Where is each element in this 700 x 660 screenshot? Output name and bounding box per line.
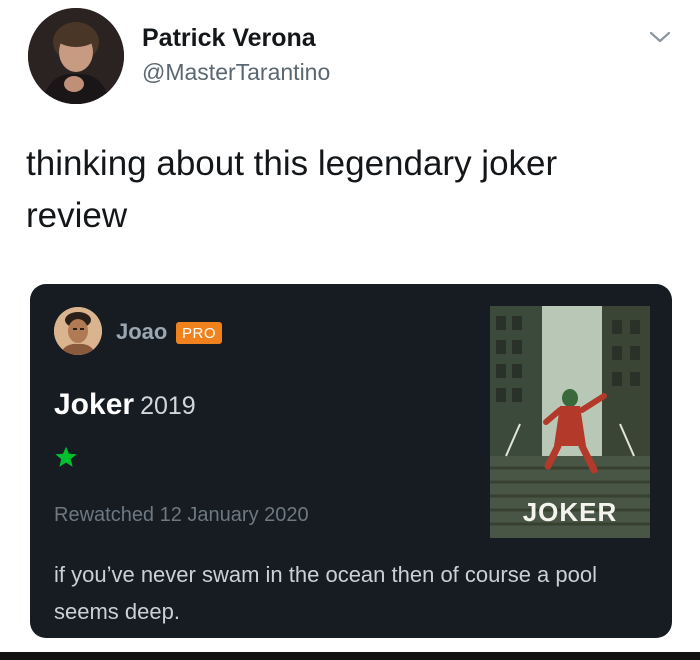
poster-title: JOKER [523,497,618,527]
display-name[interactable]: Patrick Verona [142,24,316,53]
avatar-photo [28,8,124,104]
review-text: if you’ve never swam in the ocean then o… [54,562,597,624]
film-year[interactable]: 2019 [140,392,196,420]
film-title[interactable]: Joker [54,388,134,421]
rewatch-date: Rewatched 12 January 2020 [54,504,309,526]
pro-badge: PRO [176,322,223,344]
chevron-down-icon[interactable] [648,27,672,47]
tweet-text: thinking about this legendary joker revi… [26,144,558,235]
profile-avatar[interactable] [28,8,124,104]
user-handle[interactable]: @MasterTarantino [142,59,330,86]
review-card: Joao PRO Joker 2019 Rewatched 12 January … [30,284,672,638]
reviewer-avatar[interactable] [54,307,102,355]
bottom-edge [0,652,700,660]
poster-image: JOKER [490,306,650,538]
film-heading: Joker 2019 [54,388,196,422]
reviewer-avatar-photo [54,307,102,355]
reviewer-name[interactable]: Joao [116,319,167,345]
star-rating-icon [55,446,77,467]
film-poster[interactable]: JOKER [490,306,650,538]
